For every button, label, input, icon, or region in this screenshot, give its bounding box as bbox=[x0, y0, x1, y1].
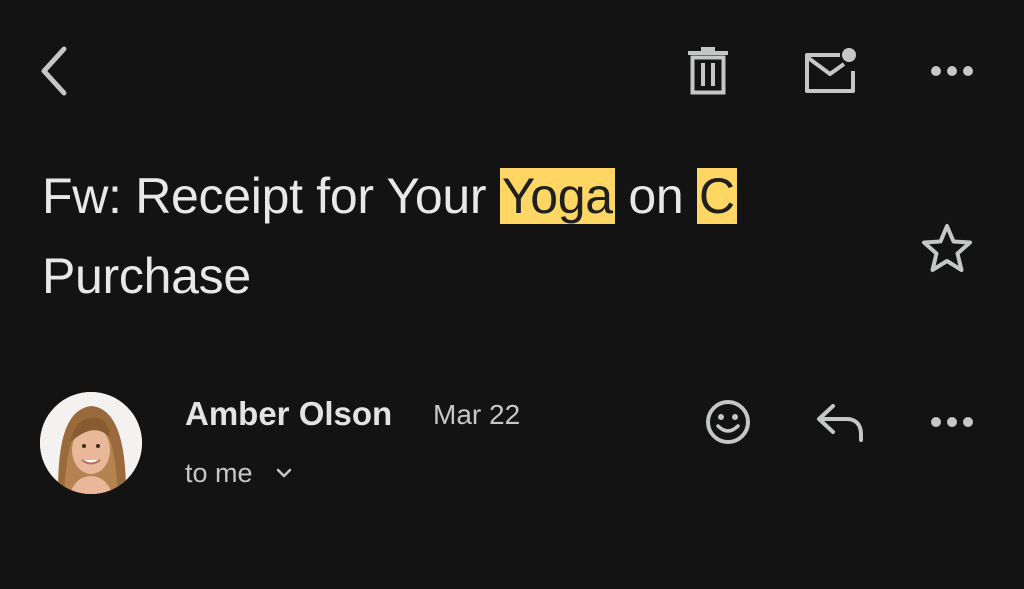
recipient-details-toggle[interactable]: to me bbox=[185, 454, 293, 492]
email-view-screen: Fw: Receipt for Your Yoga on C Purchase A… bbox=[0, 0, 1024, 589]
more-options-button[interactable] bbox=[920, 39, 984, 103]
arrow-back-icon bbox=[41, 46, 67, 96]
mark-unread-button[interactable] bbox=[798, 39, 862, 103]
reply-icon bbox=[817, 404, 863, 442]
recipient-label: to me bbox=[185, 458, 253, 488]
trash-icon bbox=[688, 47, 728, 95]
chevron-down-icon bbox=[275, 467, 293, 479]
more-horizontal-icon bbox=[931, 66, 973, 76]
delete-button[interactable] bbox=[676, 39, 740, 103]
subject-text: Purchase bbox=[42, 248, 251, 304]
subject-text: on bbox=[614, 168, 697, 224]
subject-text: Fw: Receipt for Your bbox=[42, 168, 500, 224]
mark-unread-mail-icon bbox=[805, 48, 856, 93]
search-highlight: Yoga bbox=[499, 168, 615, 224]
emoji-react-icon bbox=[706, 400, 750, 444]
back-button[interactable] bbox=[24, 39, 88, 103]
sender-avatar[interactable] bbox=[40, 392, 142, 494]
avatar-photo bbox=[40, 392, 142, 494]
message-more-options-button[interactable] bbox=[920, 390, 984, 454]
sender-name[interactable]: Amber Olson bbox=[185, 393, 392, 435]
message-date: Mar 22 bbox=[433, 399, 521, 430]
star-button[interactable] bbox=[915, 216, 979, 280]
search-highlight: C bbox=[697, 168, 737, 224]
email-subject: Fw: Receipt for Your Yoga on C Purchase bbox=[42, 156, 902, 316]
star-outline-icon bbox=[922, 224, 972, 272]
more-horizontal-icon bbox=[931, 417, 973, 427]
reply-button[interactable] bbox=[808, 390, 872, 454]
add-reaction-button[interactable] bbox=[696, 390, 760, 454]
